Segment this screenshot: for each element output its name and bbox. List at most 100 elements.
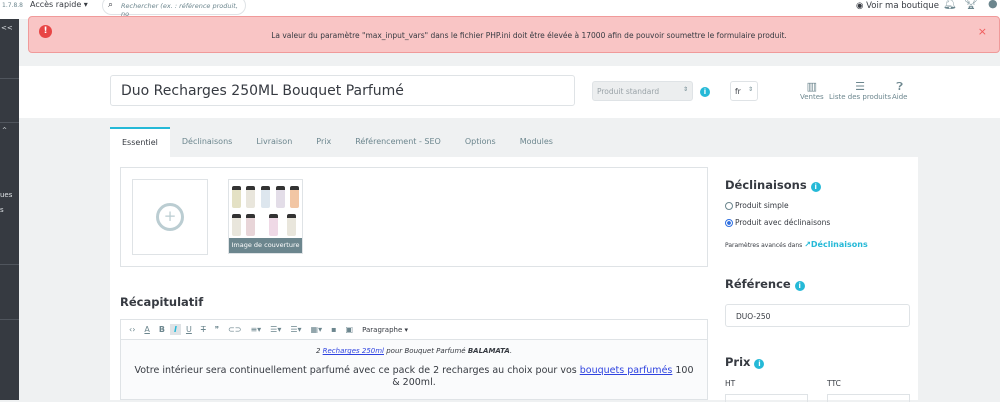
- select-arrow-icon: ⇕: [747, 86, 753, 93]
- price-ttc-input[interactable]: [827, 394, 910, 402]
- radio-simple-product[interactable]: Produit simple: [725, 201, 789, 210]
- chevron-up-icon[interactable]: ^: [2, 127, 7, 134]
- bell-icon[interactable]: 🔔︎: [943, 0, 957, 10]
- info-icon[interactable]: i: [794, 281, 805, 291]
- reference-title: Référence: [725, 277, 791, 291]
- strikethrough-icon[interactable]: T: [197, 324, 210, 335]
- cover-image[interactable]: Image de couverture: [228, 179, 303, 254]
- price-ttc-label: TTC: [827, 379, 841, 388]
- text: Votre intérieur sera continuellement par…: [134, 365, 580, 376]
- text: .: [509, 347, 513, 355]
- product-type-value: Produit standard: [597, 87, 660, 96]
- sales-button[interactable]: ▥ Ventes: [800, 80, 824, 101]
- summary-editor[interactable]: 2 Recharges 250ml pour Bouquet Parfumé B…: [120, 340, 708, 400]
- cover-image-label: Image de couverture: [229, 238, 302, 253]
- select-arrow-icon: ⇕: [682, 86, 688, 93]
- quick-access-label: Accès rapide: [30, 0, 82, 9]
- alert-message: La valeur du paramètre "max_input_vars" …: [271, 31, 787, 40]
- advanced-prefix: Paramètres avancés dans: [725, 242, 803, 249]
- summary-title: Récapitulatif: [120, 295, 204, 309]
- tab-seo[interactable]: Référencement - SEO: [343, 127, 453, 157]
- help-button[interactable]: ❓︎ Aide: [892, 80, 907, 101]
- summary-line-2: Votre intérieur sera continuellement par…: [121, 365, 707, 389]
- radio-button[interactable]: [725, 218, 733, 227]
- price-section-title: Prix i: [725, 355, 765, 369]
- underline-icon[interactable]: U: [182, 324, 196, 335]
- bullet-list-icon[interactable]: ☰▾: [266, 324, 285, 335]
- add-image-button[interactable]: +: [132, 179, 208, 255]
- collapse-sidebar-button[interactable]: <<: [1, 24, 13, 32]
- divider: [0, 78, 19, 79]
- price-ht-input[interactable]: [725, 394, 808, 402]
- chart-icon: ▥: [806, 80, 818, 93]
- radio-product-with-combinations[interactable]: Produit avec déclinaisons: [725, 218, 830, 227]
- sidebar-item[interactable]: ues: [0, 191, 12, 199]
- italic-icon[interactable]: I: [170, 324, 181, 335]
- code-icon[interactable]: ‹›: [125, 324, 139, 335]
- search-input[interactable]: ⌕ Rechercher (ex. : référence produit, no: [102, 0, 246, 18]
- align-icon[interactable]: ≡▾: [246, 324, 265, 335]
- divider: [0, 264, 19, 265]
- format-dropdown[interactable]: Paragraphe ▾: [358, 325, 412, 335]
- link-icon[interactable]: ⊂⊃: [224, 324, 245, 335]
- info-icon[interactable]: i: [754, 359, 765, 369]
- trophy-icon[interactable]: 🏆︎: [964, 0, 978, 10]
- bouquets-link[interactable]: bouquets parfumés: [580, 365, 673, 376]
- quote-icon[interactable]: ❞: [211, 324, 223, 335]
- tab-declinaisons[interactable]: Déclinaisons: [170, 127, 244, 157]
- view-shop-link[interactable]: ◉ Voir ma boutique: [856, 1, 939, 12]
- combinations-title: Déclinaisons: [725, 178, 807, 192]
- image-dropzone[interactable]: [120, 167, 708, 267]
- text: 2: [315, 347, 323, 355]
- eye-icon: ◉: [856, 1, 864, 11]
- divider: [0, 319, 19, 320]
- info-icon[interactable]: i: [700, 87, 710, 97]
- tab-options[interactable]: Options: [453, 127, 508, 157]
- text-bold: BALAMATA: [467, 347, 510, 355]
- media-icon[interactable]: ▣: [342, 324, 358, 335]
- combinations-link-label: Déclinaisons: [810, 240, 868, 249]
- divider: [0, 122, 19, 123]
- format-label: Paragraphe: [362, 325, 403, 334]
- sidebar-item[interactable]: s: [0, 206, 4, 214]
- text: pour Bouquet Parfumé: [384, 347, 468, 355]
- numbered-list-icon[interactable]: ☰▾: [286, 324, 305, 335]
- plus-icon: +: [156, 203, 184, 231]
- language-value: fr: [735, 87, 741, 96]
- info-icon[interactable]: i: [810, 182, 821, 192]
- list-icon: ☰: [855, 80, 865, 93]
- product-name-input[interactable]: Duo Recharges 250ML Bouquet Parfumé: [110, 75, 575, 106]
- radio-label: Produit avec déclinaisons: [735, 218, 831, 227]
- error-alert: ! La valeur du paramètre "max_input_vars…: [28, 16, 1000, 53]
- account-icon[interactable]: ●: [988, 0, 998, 10]
- close-alert-button[interactable]: ×: [978, 25, 987, 38]
- combinations-link[interactable]: ↗Déclinaisons: [804, 240, 868, 249]
- sales-label: Ventes: [800, 93, 824, 101]
- product-list-button[interactable]: ☰ Liste des produits: [829, 80, 891, 101]
- tab-livraison[interactable]: Livraison: [244, 127, 304, 157]
- product-type-select[interactable]: Produit standard ⇕: [592, 81, 693, 101]
- image-icon[interactable]: ▪: [327, 324, 340, 335]
- tab-modules[interactable]: Modules: [508, 127, 565, 157]
- sidebar: << ^ ues s: [0, 19, 19, 400]
- tab-essentiel[interactable]: Essentiel: [110, 127, 170, 157]
- reference-input[interactable]: DUO-250: [725, 304, 910, 327]
- recharges-link[interactable]: Recharges 250ml: [323, 347, 384, 355]
- quick-access-dropdown[interactable]: Accès rapide ▾: [30, 0, 88, 9]
- external-link-icon: ↗: [804, 240, 811, 249]
- language-select[interactable]: fr ⇕: [730, 81, 758, 101]
- reference-section-title: Référence i: [725, 277, 805, 291]
- version-label: 1.7.8.8: [2, 2, 23, 9]
- combinations-section-title: Déclinaisons i: [725, 178, 821, 192]
- tab-prix[interactable]: Prix: [304, 127, 343, 157]
- radio-button[interactable]: [725, 201, 733, 210]
- help-label: Aide: [892, 93, 908, 101]
- price-title: Prix: [725, 355, 751, 369]
- text-color-icon[interactable]: A: [140, 324, 153, 335]
- help-icon: ❓︎: [896, 80, 904, 93]
- table-icon[interactable]: ▦▾: [307, 324, 327, 335]
- product-tabs: Essentiel Déclinaisons Livraison Prix Ré…: [110, 127, 565, 157]
- view-shop-label: Voir ma boutique: [866, 1, 939, 11]
- bold-icon[interactable]: B: [155, 324, 169, 335]
- editor-toolbar: ‹› A B I U T ❞ ⊂⊃ ≡▾ ☰▾ ☰▾ ▦▾ ▪ ▣ Paragr…: [120, 319, 708, 340]
